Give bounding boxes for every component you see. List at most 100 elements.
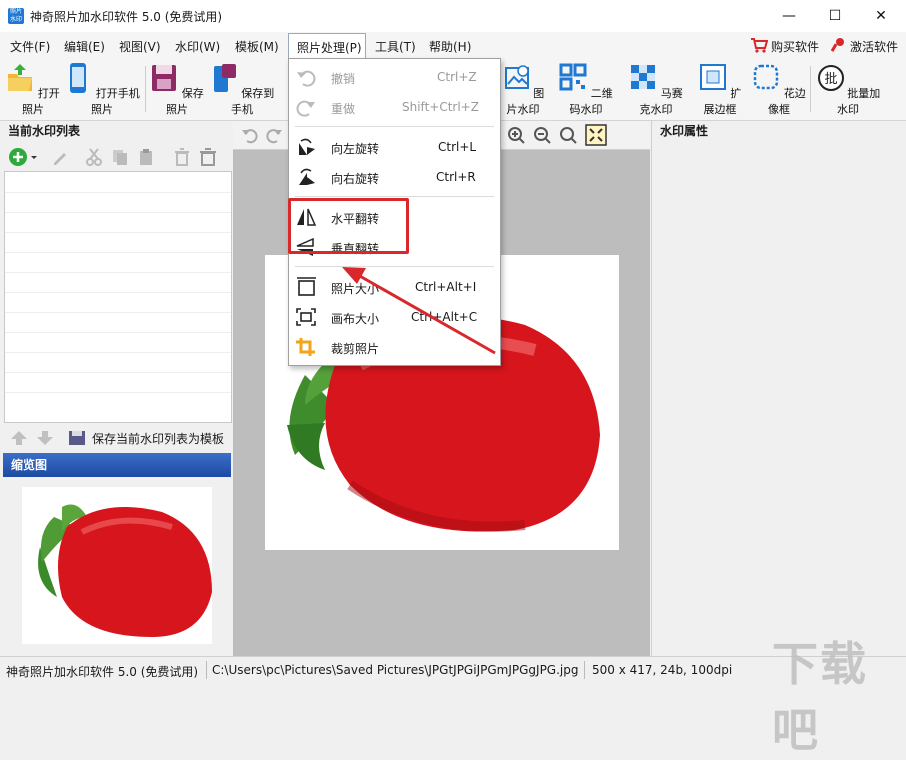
menu-photo-processing[interactable]: 照片处理(P) — [288, 33, 366, 59]
paste-icon[interactable] — [136, 147, 156, 167]
save-photo-button[interactable]: 保存照片 — [150, 62, 204, 117]
status-separator — [584, 661, 585, 679]
redo-icon — [296, 100, 315, 117]
menu-item-rotate-left[interactable]: 向左旋转 Ctrl+L — [289, 133, 500, 161]
batch-icon: 批 — [817, 65, 844, 91]
status-bar: 神奇照片加水印软件 5.0 (免费试用) C:\Users\pc\Picture… — [0, 656, 906, 684]
add-watermark-icon[interactable] — [8, 147, 38, 167]
menu-edit[interactable]: 编辑(E) — [64, 38, 105, 55]
edit-icon[interactable] — [50, 147, 70, 167]
fit-window-icon[interactable] — [585, 124, 607, 146]
list-row-line — [5, 372, 231, 373]
status-file-path: C:\Users\pc\Pictures\Saved Pictures\JPGt… — [212, 663, 579, 677]
delete-all-icon[interactable] — [198, 147, 218, 167]
save-phone-icon — [213, 64, 236, 92]
batch-watermark-button[interactable]: 批 批量加水印 — [815, 62, 881, 117]
folder-open-icon — [8, 64, 33, 91]
menu-watermark[interactable]: 水印(W) — [175, 38, 220, 55]
minimize-button[interactable]: — — [766, 0, 812, 32]
open-phone-photo-button[interactable]: 打开手机照片 — [64, 62, 140, 117]
canvas-redo-icon[interactable] — [265, 126, 283, 144]
watermark-properties-panel: 水印属性 — [651, 121, 906, 656]
delete-icon[interactable] — [172, 147, 192, 167]
move-up-icon[interactable] — [10, 430, 28, 446]
thumbnail-preview[interactable] — [22, 487, 212, 644]
cart-icon — [751, 38, 768, 53]
list-bottom-toolbar: 保存当前水印列表为模板 — [4, 426, 232, 450]
list-row-line — [5, 352, 231, 353]
close-button[interactable]: ✕ — [858, 0, 904, 32]
zoom-out-icon[interactable] — [533, 126, 551, 144]
zoom-actual-icon[interactable] — [559, 126, 577, 144]
save-template-icon[interactable] — [68, 430, 86, 446]
cut-icon[interactable] — [84, 147, 104, 167]
menu-file[interactable]: 文件(F) — [10, 38, 50, 55]
qr-watermark-button[interactable]: 二维码水印 — [555, 62, 617, 117]
status-image-info: 500 x 417, 24b, 100dpi — [592, 663, 733, 677]
expand-border-button[interactable]: 扩展边框 — [694, 62, 746, 117]
window-title: 神奇照片加水印软件 5.0 (免费试用) — [30, 10, 223, 24]
watermark-properties-title: 水印属性 — [660, 124, 709, 138]
strawberry-thumbnail — [38, 504, 212, 637]
menu-help[interactable]: 帮助(H) — [429, 38, 471, 55]
title-bar: 照片 水印 神奇照片加水印软件 5.0 (免费试用) — ☐ ✕ — [0, 0, 906, 32]
menu-item-undo[interactable]: 撤销 Ctrl+Z — [289, 63, 500, 91]
photo-size-icon — [297, 277, 316, 296]
menu-separator — [295, 196, 494, 197]
highlight-box — [288, 198, 409, 254]
buy-software-link[interactable]: 购买软件 — [771, 38, 819, 55]
toolbar-separator — [145, 66, 146, 112]
canvas-undo-icon[interactable] — [241, 126, 259, 144]
svg-text:批: 批 — [824, 72, 837, 87]
thumbnail-title: 缩览图 — [3, 453, 231, 477]
list-row-line — [5, 192, 231, 193]
maximize-button[interactable]: ☐ — [812, 0, 858, 32]
list-row-line — [5, 212, 231, 213]
site-watermark: 下载吧 — [772, 637, 868, 757]
flower-border-button[interactable]: 花边像框 — [752, 62, 806, 117]
list-row-line — [5, 292, 231, 293]
mosaic-icon — [631, 65, 656, 89]
menu-separator — [295, 126, 494, 127]
open-photo-button[interactable]: 打开照片 — [6, 62, 60, 117]
list-row-line — [5, 332, 231, 333]
watermark-list-toolbar — [4, 144, 230, 170]
image-watermark-button[interactable]: 图片水印 — [497, 62, 549, 117]
image-watermark-icon — [504, 65, 529, 89]
key-icon — [831, 38, 844, 52]
list-row-line — [5, 232, 231, 233]
phone-icon — [70, 63, 87, 93]
rotate-right-icon — [299, 168, 315, 185]
canvas-size-icon — [296, 308, 316, 326]
zoom-in-icon[interactable] — [507, 126, 525, 144]
copy-icon[interactable] — [110, 147, 130, 167]
expand-border-icon — [699, 64, 726, 90]
list-row-line — [5, 252, 231, 253]
annotation-arrow — [342, 267, 496, 355]
status-separator — [206, 661, 207, 679]
mosaic-watermark-button[interactable]: 马赛克水印 — [624, 62, 688, 117]
menu-view[interactable]: 视图(V) — [119, 38, 161, 55]
rotate-left-icon — [299, 138, 315, 155]
toolbar-separator — [810, 66, 811, 112]
crop-icon — [296, 338, 315, 356]
list-row-line — [5, 392, 231, 393]
menu-template[interactable]: 模板(M) — [235, 38, 279, 55]
floppy-icon — [152, 65, 177, 91]
undo-icon — [297, 70, 316, 87]
activate-software-link[interactable]: 激活软件 — [850, 38, 898, 55]
menu-item-rotate-right[interactable]: 向右旋转 Ctrl+R — [289, 163, 500, 191]
qr-code-icon — [559, 63, 587, 91]
watermark-list[interactable] — [4, 171, 232, 423]
menu-item-redo[interactable]: 重做 Shift+Ctrl+Z — [289, 93, 500, 121]
list-row-line — [5, 312, 231, 313]
flower-frame-icon — [754, 64, 779, 90]
menu-tools[interactable]: 工具(T) — [375, 38, 416, 55]
app-icon: 照片 水印 — [8, 8, 24, 24]
save-to-phone-button[interactable]: 保存到手机 — [208, 62, 276, 117]
watermark-list-title: 当前水印列表 — [8, 124, 81, 138]
menu-bar: 文件(F) 编辑(E) 视图(V) 水印(W) 模板(M) 工具(T) 帮助(H… — [0, 32, 906, 58]
save-template-button[interactable]: 保存当前水印列表为模板 — [92, 430, 224, 447]
status-app: 神奇照片加水印软件 5.0 (免费试用) — [6, 665, 199, 679]
move-down-icon[interactable] — [36, 430, 54, 446]
